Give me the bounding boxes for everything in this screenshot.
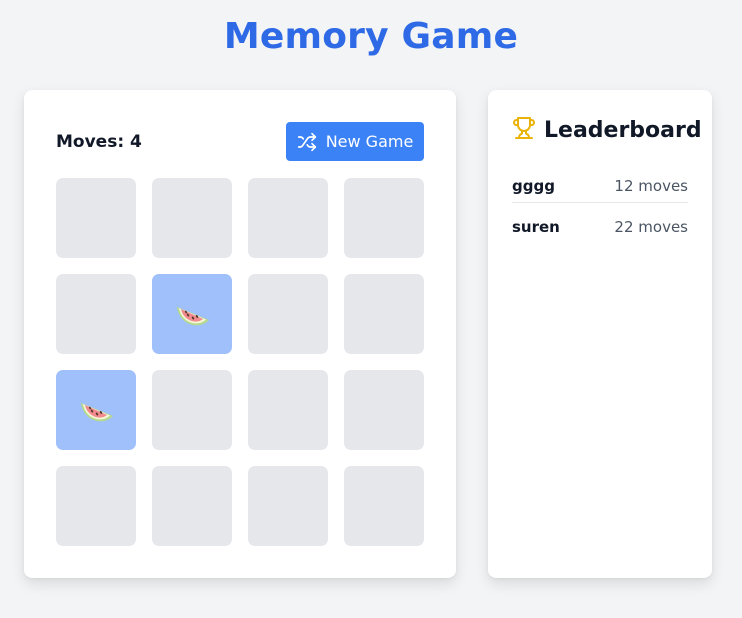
player-score: 12 moves	[614, 177, 688, 195]
player-name: gggg	[512, 177, 555, 195]
card-grid	[56, 178, 424, 546]
card-hidden[interactable]	[344, 370, 424, 450]
player-name: suren	[512, 217, 560, 236]
card-hidden[interactable]	[152, 466, 232, 546]
player-score: 22 moves	[614, 217, 688, 236]
card-flipped[interactable]	[56, 370, 136, 450]
card-hidden[interactable]	[344, 178, 424, 258]
card-hidden[interactable]	[344, 274, 424, 354]
card-hidden[interactable]	[56, 466, 136, 546]
page-title: Memory Game	[223, 16, 519, 57]
card-hidden[interactable]	[56, 274, 136, 354]
leaderboard-header: Leaderboard	[512, 116, 702, 144]
card-hidden[interactable]	[56, 178, 136, 258]
new-game-button[interactable]: New Game	[286, 122, 424, 161]
card-hidden[interactable]	[248, 466, 328, 546]
trophy-icon	[512, 116, 536, 144]
shuffle-icon	[297, 132, 317, 152]
watermelon-icon	[172, 294, 212, 334]
moves-counter: Moves: 4	[56, 132, 142, 152]
card-hidden[interactable]	[248, 178, 328, 258]
leaderboard-entry: gggg 12 moves	[512, 170, 688, 202]
leaderboard-title: Leaderboard	[544, 117, 702, 143]
leaderboard-panel: Leaderboard gggg 12 moves suren 22 moves	[488, 90, 712, 578]
card-hidden[interactable]	[248, 370, 328, 450]
leaderboard-list: gggg 12 moves suren 22 moves	[512, 170, 688, 242]
card-hidden[interactable]	[344, 466, 424, 546]
game-panel: Moves: 4 New Game	[24, 90, 456, 578]
card-hidden[interactable]	[248, 274, 328, 354]
card-hidden[interactable]	[152, 178, 232, 258]
new-game-label: New Game	[325, 132, 414, 151]
card-hidden[interactable]	[152, 370, 232, 450]
watermelon-icon	[76, 390, 116, 430]
leaderboard-entry: suren 22 moves	[512, 202, 688, 242]
card-flipped[interactable]	[152, 274, 232, 354]
